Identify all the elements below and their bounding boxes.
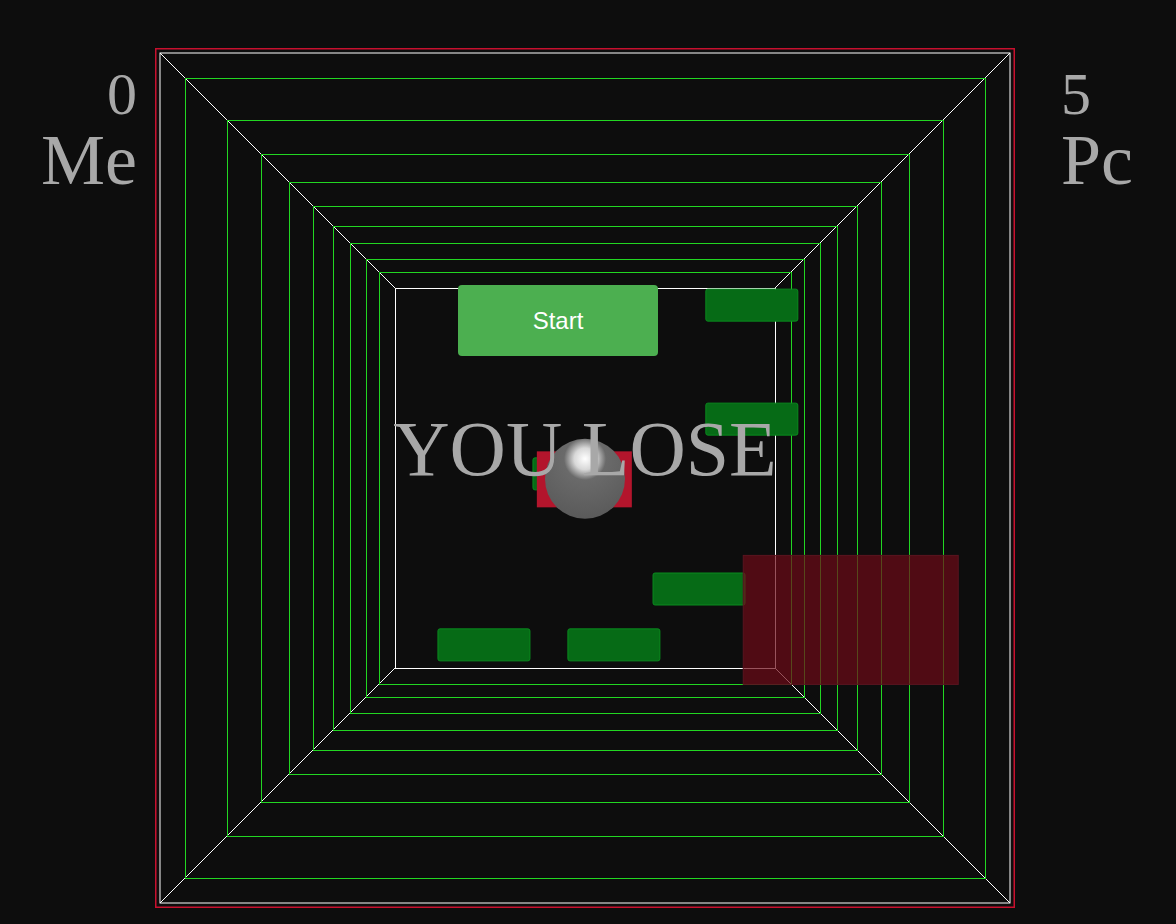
tunnel-edge xyxy=(775,668,1010,903)
player-score-panel: 0Me xyxy=(0,48,155,196)
tunnel-edge xyxy=(775,53,1010,288)
game-over-message: YOU LOSE xyxy=(155,406,1015,492)
player-score: 0 xyxy=(107,64,137,124)
game-screen: 0Me Start YOU LOSE 5Pc xyxy=(0,0,1176,924)
board-border xyxy=(156,49,1015,908)
brick xyxy=(568,629,660,661)
computer-label: Pc xyxy=(1061,124,1133,196)
brick xyxy=(706,289,798,321)
player-label: Me xyxy=(41,124,137,196)
game-board[interactable]: Start YOU LOSE xyxy=(155,48,1015,908)
start-button[interactable]: Start xyxy=(458,285,658,356)
computer-score: 5 xyxy=(1061,64,1091,124)
computer-score-panel: 5Pc xyxy=(1015,48,1176,196)
player-paddle[interactable] xyxy=(743,555,958,684)
brick xyxy=(438,629,530,661)
tunnel-edge xyxy=(160,668,395,903)
brick xyxy=(653,573,745,605)
tunnel-edge xyxy=(160,53,395,288)
